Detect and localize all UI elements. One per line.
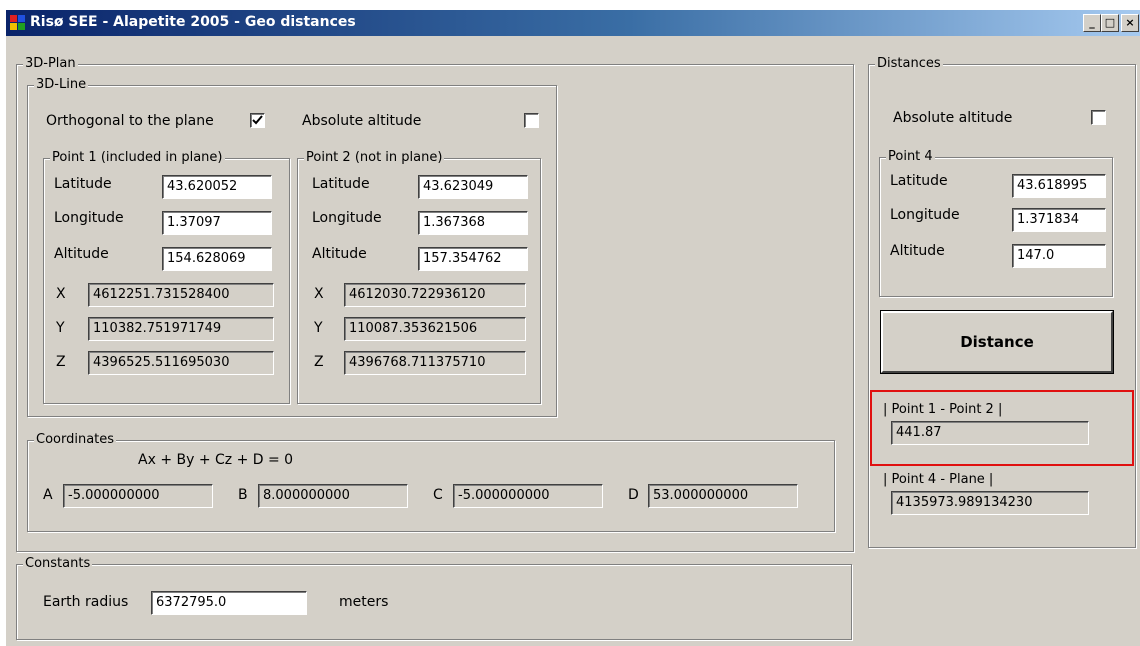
coef-a-label: A [43, 487, 53, 503]
point4-group: Point 4 Latitude 43.618995 Longitude 1.3… [879, 149, 1113, 297]
title-bar[interactable]: Risø SEE - Alapetite 2005 - Geo distance… [6, 10, 1140, 36]
point1-lon-input[interactable]: 1.37097 [162, 211, 272, 235]
dist-absolute-altitude-label: Absolute altitude [893, 110, 1013, 126]
coef-c-label: C [433, 487, 443, 503]
close-button[interactable]: × [1121, 14, 1139, 32]
point4-alt-input[interactable]: 147.0 [1012, 244, 1106, 268]
coef-b-label: B [238, 487, 248, 503]
point1-lat-input[interactable]: 43.620052 [162, 175, 272, 199]
point1-y-field: 110382.751971749 [88, 317, 274, 341]
coef-a-field: -5.000000000 [63, 484, 213, 508]
point4-lat-input[interactable]: 43.618995 [1012, 174, 1106, 198]
coordinates-legend: Coordinates [34, 432, 117, 448]
point1-alt-label: Altitude [54, 246, 109, 262]
maximize-button[interactable]: □ [1101, 14, 1119, 32]
line-legend: 3D-Line [34, 77, 89, 93]
earth-radius-label: Earth radius [43, 594, 129, 610]
line-absolute-altitude-checkbox[interactable] [524, 113, 539, 128]
point2-lat-label: Latitude [312, 176, 370, 192]
point1-z-label: Z [56, 354, 66, 370]
d4p-field: 4135973.989134230 [891, 491, 1089, 515]
point2-lon-input[interactable]: 1.367368 [418, 211, 528, 235]
point2-y-field: 110087.353621506 [344, 317, 526, 341]
highlight-box [870, 390, 1134, 466]
app-window: Risø SEE - Alapetite 2005 - Geo distance… [6, 10, 1140, 646]
distance-button[interactable]: Distance [881, 311, 1113, 373]
app-icon [10, 15, 26, 31]
point4-lon-label: Longitude [890, 207, 960, 223]
point1-lon-label: Longitude [54, 210, 124, 226]
distances-group: Distances Absolute altitude Point 4 Lati… [868, 56, 1136, 548]
point2-alt-input[interactable]: 157.354762 [418, 247, 528, 271]
equation-text: Ax + By + Cz + D = 0 [138, 452, 294, 468]
earth-radius-input[interactable]: 6372795.0 [151, 591, 307, 615]
point1-legend: Point 1 (included in plane) [50, 150, 225, 166]
point2-z-field: 4396768.711375710 [344, 351, 526, 375]
earth-radius-unit: meters [339, 594, 389, 610]
constants-legend: Constants [23, 556, 93, 572]
point2-lon-label: Longitude [312, 210, 382, 226]
point1-lat-label: Latitude [54, 176, 112, 192]
coef-c-field: -5.000000000 [453, 484, 603, 508]
point1-y-label: Y [56, 320, 65, 336]
point2-x-field: 4612030.722936120 [344, 283, 526, 307]
point4-lat-label: Latitude [890, 173, 948, 189]
dist-absolute-altitude-checkbox[interactable] [1091, 110, 1106, 125]
point4-lon-input[interactable]: 1.371834 [1012, 208, 1106, 232]
d4p-label: | Point 4 - Plane | [883, 472, 994, 487]
point2-alt-label: Altitude [312, 246, 367, 262]
point4-alt-label: Altitude [890, 243, 945, 259]
point2-x-label: X [314, 286, 324, 302]
point1-x-field: 4612251.731528400 [88, 283, 274, 307]
window-title: Risø SEE - Alapetite 2005 - Geo distance… [30, 14, 356, 30]
minimize-button[interactable]: _ [1083, 14, 1101, 32]
coef-d-field: 53.000000000 [648, 484, 798, 508]
plan-legend: 3D-Plan [23, 56, 78, 72]
point1-x-label: X [56, 286, 66, 302]
point2-z-label: Z [314, 354, 324, 370]
coef-b-field: 8.000000000 [258, 484, 408, 508]
orthogonal-checkbox[interactable] [250, 113, 265, 128]
point4-legend: Point 4 [886, 149, 935, 165]
coordinates-group: Coordinates Ax + By + Cz + D = 0 A -5.00… [27, 432, 835, 532]
point1-z-field: 4396525.511695030 [88, 351, 274, 375]
point2-y-label: Y [314, 320, 323, 336]
point2-lat-input[interactable]: 43.623049 [418, 175, 528, 199]
point1-alt-input[interactable]: 154.628069 [162, 247, 272, 271]
orthogonal-label: Orthogonal to the plane [46, 113, 214, 129]
point2-legend: Point 2 (not in plane) [304, 150, 445, 166]
check-icon [252, 115, 263, 125]
point1-group: Point 1 (included in plane) Latitude 43.… [43, 150, 290, 404]
line-group: 3D-Line Orthogonal to the plane Absolute… [27, 77, 557, 417]
line-absolute-altitude-label: Absolute altitude [302, 113, 422, 129]
distances-legend: Distances [875, 56, 943, 72]
point2-group: Point 2 (not in plane) Latitude 43.62304… [297, 150, 541, 404]
coef-d-label: D [628, 487, 639, 503]
constants-group: Constants Earth radius 6372795.0 meters [16, 556, 852, 640]
plan-group: 3D-Plan 3D-Line Orthogonal to the plane … [16, 56, 854, 552]
